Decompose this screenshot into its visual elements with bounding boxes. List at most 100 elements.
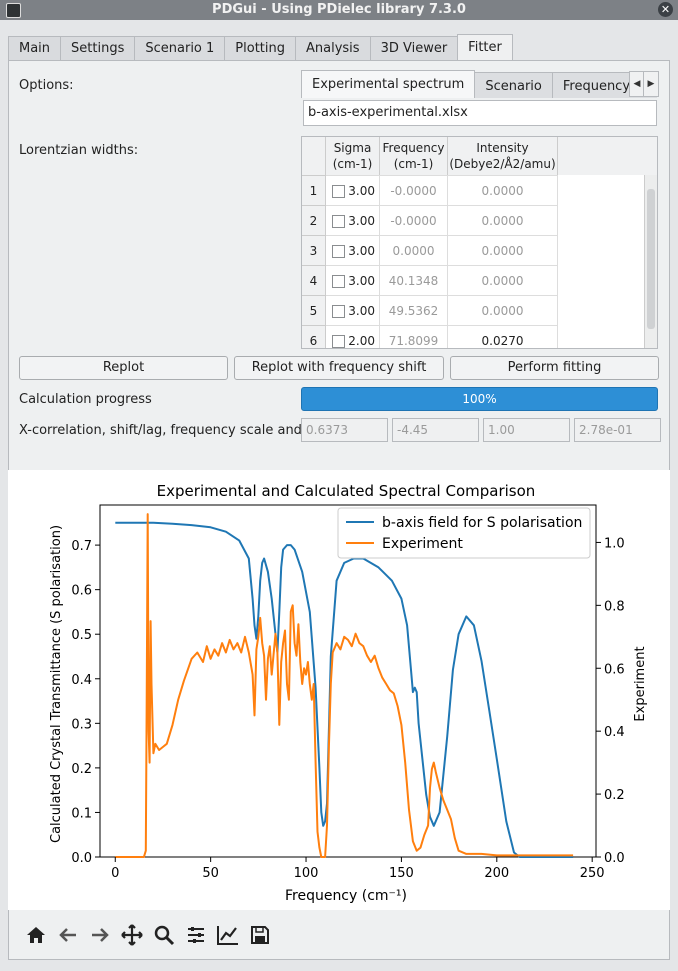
x-tick-label: 0	[111, 866, 119, 881]
frequency-scale-field: 1.00	[483, 418, 570, 442]
row-header: 3	[302, 235, 326, 265]
x-axis-label: Frequency (cm⁻¹)	[285, 888, 407, 904]
y2-tick-label: 0.6	[604, 662, 625, 677]
tab-settings[interactable]: Settings	[60, 36, 136, 61]
home-icon[interactable]	[20, 919, 52, 951]
sigma-value: 3.00	[348, 304, 375, 318]
y2-tick-label: 0.0	[604, 851, 625, 866]
replot-button[interactable]: Replot	[19, 356, 228, 380]
table-scrollbar[interactable]	[644, 175, 657, 348]
calculation-progress-bar: 100%	[301, 387, 658, 411]
fit-checkbox[interactable]	[332, 305, 345, 318]
header-frequency: Frequency (cm-1)	[380, 137, 448, 175]
sigma-cell[interactable]: 3.00	[326, 265, 380, 295]
lorentzian-widths-table: Sigma (cm-1) Frequency (cm-1) Intensity …	[301, 136, 658, 349]
tab-scenario-1[interactable]: Scenario 1	[134, 36, 226, 61]
xcorr-label: X-correlation, shift/lag, frequency scal…	[19, 423, 339, 438]
header-frequency-line2: (cm-1)	[393, 157, 434, 171]
tab-scroll-right-icon[interactable]: ▶	[643, 71, 659, 97]
forward-icon[interactable]	[84, 919, 116, 951]
sigma-cell[interactable]: 2.00	[326, 325, 380, 348]
customize-icon[interactable]	[212, 919, 244, 951]
tab-fitter[interactable]: Fitter	[457, 34, 513, 61]
zoom-icon[interactable]	[148, 919, 180, 951]
header-sigma-line1: Sigma	[333, 141, 372, 155]
frequency-cell: -0.0000	[380, 205, 448, 235]
sigma-cell[interactable]: 3.00	[326, 235, 380, 265]
fit-checkbox[interactable]	[332, 185, 345, 198]
y-tick-label: 0.1	[71, 806, 92, 821]
sigma-cell[interactable]: 3.00	[326, 205, 380, 235]
x-tick-label: 250	[580, 866, 605, 881]
replot-shift-button[interactable]: Replot with frequency shift	[234, 356, 444, 380]
frequency-cell: 40.1348	[380, 265, 448, 295]
y-tick-label: 0.2	[71, 762, 92, 777]
header-sigma-line2: (cm-1)	[332, 157, 373, 171]
tab-main[interactable]: Main	[8, 36, 62, 61]
plot-toolbar	[20, 918, 276, 952]
window-title: PDGui - Using PDielec library 7.3.0	[212, 2, 466, 17]
subtab-experimental-spectrum[interactable]: Experimental spectrum	[301, 70, 476, 98]
tab-analysis[interactable]: Analysis	[295, 36, 371, 61]
chart-legend: b-axis field for S polarisation Experime…	[337, 507, 591, 559]
corner-cell	[302, 137, 326, 175]
y2-tick-label: 1.0	[604, 536, 625, 551]
legend-label-experiment: Experiment	[382, 536, 463, 552]
frequency-cell: -0.0000	[380, 175, 448, 205]
header-intensity-line1: Intensity	[476, 141, 529, 155]
sigma-value: 3.00	[348, 214, 375, 228]
window-titlebar: PDGui - Using PDielec library 7.3.0 ✕	[0, 0, 678, 20]
row-header: 5	[302, 295, 326, 325]
header-sigma: Sigma (cm-1)	[326, 137, 380, 175]
y-tick-label: 0.7	[71, 539, 92, 554]
sigma-cell[interactable]: 3.00	[326, 175, 380, 205]
save-icon[interactable]	[244, 919, 276, 951]
y2-axis-label: Experiment	[633, 646, 648, 721]
options-subtabs: Experimental spectrum Scenario Frequency…	[301, 70, 657, 98]
frequency-cell: 49.5362	[380, 295, 448, 325]
row-header: 1	[302, 175, 326, 205]
tab-3d-viewer[interactable]: 3D Viewer	[369, 36, 459, 61]
sigma-value: 2.00	[348, 334, 375, 348]
chart-title: Experimental and Calculated Spectral Com…	[157, 482, 536, 500]
fit-checkbox[interactable]	[332, 245, 345, 258]
sigma-value: 3.00	[348, 184, 375, 198]
header-intensity: Intensity (Debye2/Å2/amu)	[448, 137, 558, 175]
intensity-cell: 0.0000	[448, 265, 558, 295]
intensity-cell: 0.0000	[448, 205, 558, 235]
subtab-scenario[interactable]: Scenario	[474, 72, 553, 98]
app-icon	[6, 3, 21, 18]
intensity-cell: 0.0000	[448, 235, 558, 265]
close-icon[interactable]: ✕	[658, 2, 673, 17]
options-label: Options:	[19, 78, 74, 93]
y2-tick-label: 0.4	[604, 725, 625, 740]
pan-icon[interactable]	[116, 919, 148, 951]
sigma-value: 3.00	[348, 274, 375, 288]
spectrum-figure[interactable]: Experimental and Calculated Spectral Com…	[8, 470, 670, 910]
progress-label: Calculation progress	[19, 392, 152, 407]
tab-plotting[interactable]: Plotting	[224, 36, 296, 61]
xcorr-field: 0.6373	[301, 418, 388, 442]
row-header: 2	[302, 205, 326, 235]
y-tick-label: 0.0	[71, 851, 92, 866]
sigma-cell[interactable]: 3.00	[326, 295, 380, 325]
y-tick-label: 0.3	[71, 717, 92, 732]
y-tick-label: 0.6	[71, 584, 92, 599]
fit-checkbox[interactable]	[332, 215, 345, 228]
header-frequency-line1: Frequency	[382, 141, 445, 155]
table-header: Sigma (cm-1) Frequency (cm-1) Intensity …	[302, 137, 657, 175]
experimental-file-field[interactable]: b-axis-experimental.xlsx	[303, 100, 657, 126]
shift-field: -4.45	[392, 418, 479, 442]
x-tick-label: 50	[202, 866, 219, 881]
y-axis-label: Calculated Crystal Transmittance (S pola…	[49, 525, 64, 843]
perform-fitting-button[interactable]: Perform fitting	[450, 356, 659, 380]
subplots-icon[interactable]	[180, 919, 212, 951]
fit-checkbox[interactable]	[332, 275, 345, 288]
x-tick-label: 100	[294, 866, 319, 881]
intensity-cell: 0.0000	[448, 175, 558, 205]
scrollbar-thumb[interactable]	[647, 189, 655, 329]
y-tick-label: 0.4	[71, 673, 92, 688]
fit-checkbox[interactable]	[332, 335, 345, 348]
back-icon[interactable]	[52, 919, 84, 951]
frequency-cell: 71.8099	[380, 325, 448, 348]
